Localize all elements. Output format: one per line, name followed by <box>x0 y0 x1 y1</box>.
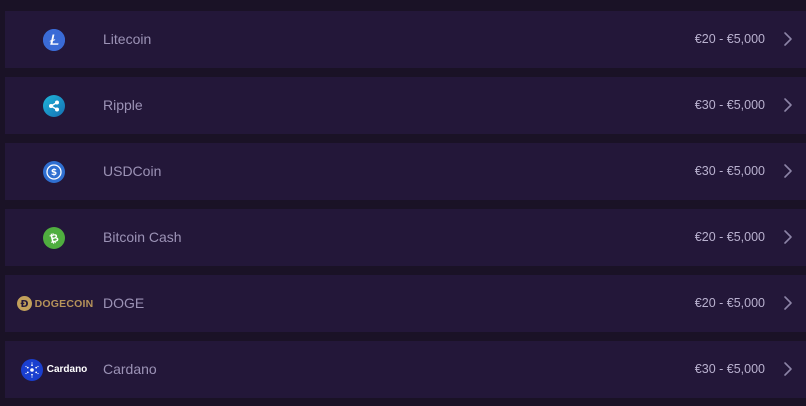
deposit-range: €30 - €5,000 <box>694 164 765 178</box>
currency-name: DOGE <box>103 295 145 311</box>
chevron-right-icon <box>784 98 792 112</box>
payment-method-list: Litecoin €20 - €5,000 Ripple €30 - €5,00… <box>0 0 806 406</box>
currency-name: Cardano <box>103 361 157 377</box>
bitcoin-cash-icon: ₿ <box>43 226 65 249</box>
cardano-logo: Cardano <box>5 341 103 398</box>
deposit-range: €20 - €5,000 <box>694 230 765 244</box>
currency-name: Ripple <box>103 97 143 113</box>
svg-text:Đ: Đ <box>20 299 28 310</box>
litecoin-icon <box>43 28 65 51</box>
chevron-right-icon <box>784 296 792 310</box>
ripple-icon <box>43 94 65 117</box>
chevron-right-icon <box>784 230 792 244</box>
deposit-range: €30 - €5,000 <box>694 362 765 376</box>
payment-method-litecoin[interactable]: Litecoin €20 - €5,000 <box>5 11 806 68</box>
bitcoin-cash-logo: ₿ <box>5 209 103 266</box>
payment-method-doge[interactable]: Đ DOGECOIN DOGE €20 - €5,000 <box>5 275 806 332</box>
litecoin-logo <box>5 11 103 68</box>
payment-method-cardano[interactable]: Cardano Cardano €30 - €5,000 <box>5 341 806 398</box>
chevron-right-icon <box>784 362 792 376</box>
usdcoin-icon: $ <box>43 160 65 183</box>
usdcoin-logo: $ <box>5 143 103 200</box>
currency-name: USDCoin <box>103 163 162 179</box>
deposit-range: €30 - €5,000 <box>694 98 765 112</box>
currency-name: Bitcoin Cash <box>103 229 182 245</box>
currency-name: Litecoin <box>103 31 152 47</box>
deposit-range: €20 - €5,000 <box>694 296 765 310</box>
payment-method-bitcoin-cash[interactable]: ₿ Bitcoin Cash €20 - €5,000 <box>5 209 806 266</box>
chevron-right-icon <box>784 32 792 46</box>
chevron-right-icon <box>784 164 792 178</box>
dogecoin-logo: Đ DOGECOIN <box>5 275 103 332</box>
payment-method-usdcoin[interactable]: $ USDCoin €30 - €5,000 <box>5 143 806 200</box>
svg-text:$: $ <box>51 168 57 178</box>
deposit-range: €20 - €5,000 <box>694 32 765 46</box>
cardano-icon <box>20 358 43 381</box>
dogecoin-icon: Đ <box>16 296 32 311</box>
dogecoin-wordmark: DOGECOIN <box>34 297 94 310</box>
cardano-wordmark: Cardano <box>46 364 88 375</box>
payment-method-ripple[interactable]: Ripple €30 - €5,000 <box>5 77 806 134</box>
ripple-logo <box>5 77 103 134</box>
